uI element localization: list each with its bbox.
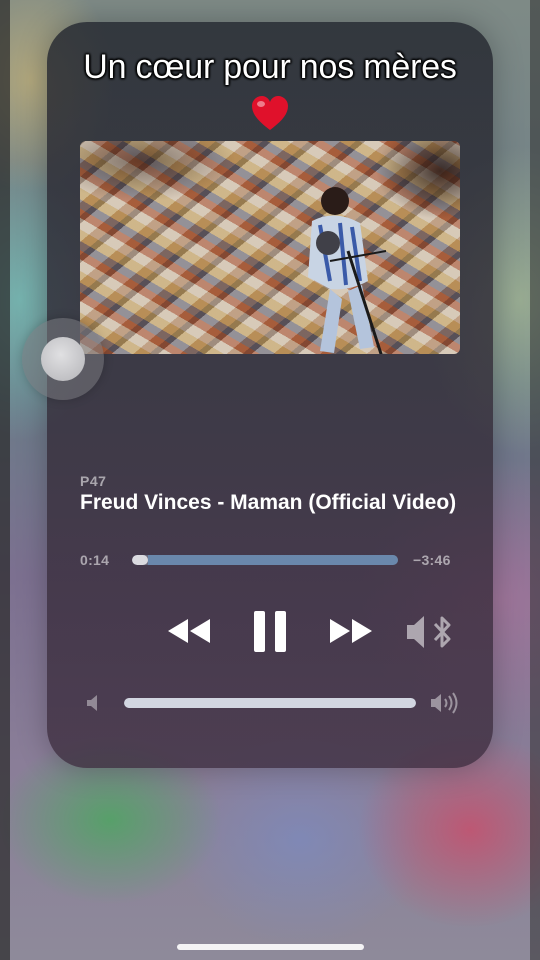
video-caption: Un cœur pour nos mères	[83, 48, 457, 86]
left-edge	[0, 0, 10, 960]
artist-figure	[308, 187, 387, 354]
elapsed-time: 0:14	[80, 552, 110, 568]
playback-scrubber[interactable]	[132, 555, 398, 565]
volume-level	[124, 698, 416, 708]
scrubber-progress	[132, 555, 148, 565]
artwork-shading	[80, 141, 460, 354]
right-edge	[530, 0, 540, 960]
remaining-time: −3:46	[413, 552, 451, 568]
album-artwork[interactable]	[80, 141, 460, 354]
track-title: Freud Vinces - Maman (Official Video)	[80, 491, 457, 514]
assistive-touch-button[interactable]	[22, 318, 104, 400]
heart-emoji	[252, 96, 288, 130]
scrubber-remaining	[147, 555, 398, 565]
fast-forward-icon[interactable]	[328, 616, 374, 646]
volume-high-icon	[431, 692, 458, 714]
speaker-bluetooth-icon[interactable]	[405, 613, 457, 651]
rewind-icon[interactable]	[166, 616, 212, 646]
volume-low-icon	[87, 695, 97, 711]
assistive-touch-knob	[41, 337, 85, 381]
pause-icon[interactable]	[253, 610, 287, 653]
home-indicator[interactable]	[177, 944, 364, 950]
audio-source-label: P47	[80, 473, 107, 489]
volume-slider[interactable]	[124, 698, 416, 708]
